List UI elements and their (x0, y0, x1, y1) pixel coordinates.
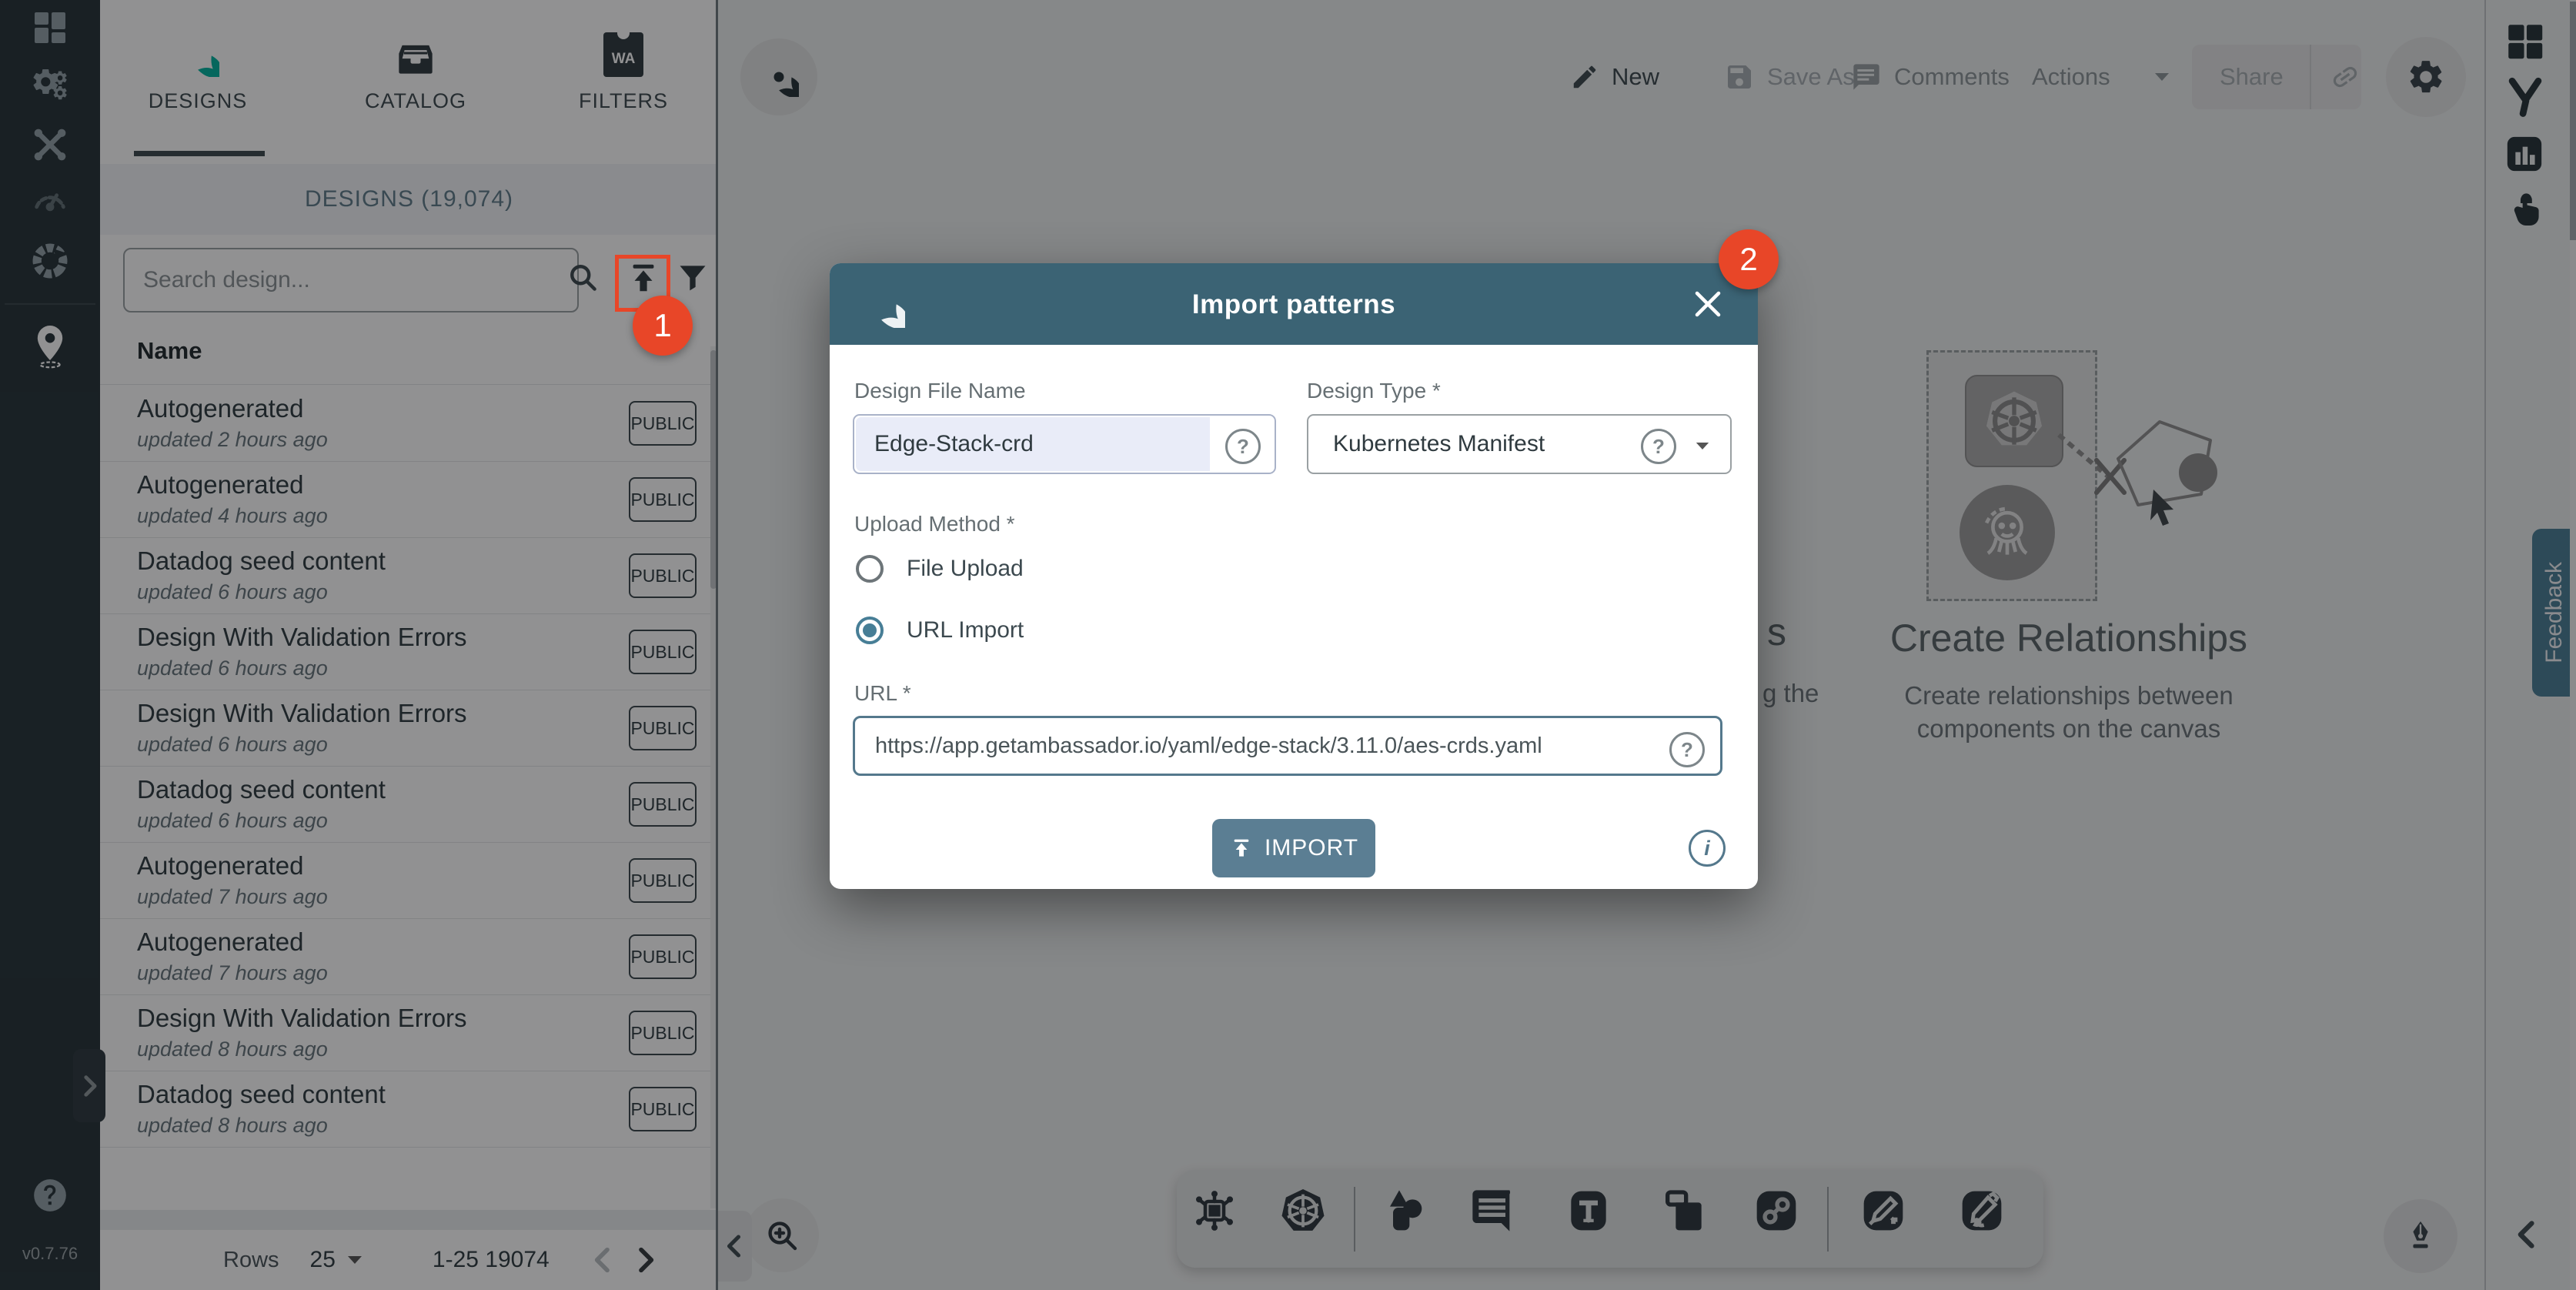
design-type-select[interactable]: Kubernetes Manifest ? (1307, 414, 1732, 474)
close-icon[interactable] (1692, 288, 1724, 320)
radio-unchecked-icon (856, 555, 884, 583)
url-label: URL * (854, 681, 911, 706)
url-field: ? (853, 716, 1722, 776)
info-icon[interactable]: i (1689, 830, 1726, 867)
design-file-name-field: ? (853, 414, 1276, 474)
annotation-step-2: 2 (1719, 229, 1779, 289)
import-button[interactable]: IMPORT (1212, 819, 1375, 877)
url-import-label: URL Import (907, 617, 1024, 643)
file-upload-label: File Upload (907, 556, 1024, 582)
radio-checked-icon (856, 617, 884, 644)
modal-title: Import patterns (830, 289, 1758, 320)
design-file-name-input[interactable] (854, 431, 1225, 457)
file-upload-option[interactable]: File Upload (856, 552, 1024, 586)
help-icon[interactable]: ? (1669, 732, 1705, 767)
import-label: IMPORT (1265, 835, 1358, 861)
annotation-step-1: 1 (633, 296, 693, 356)
help-icon[interactable]: ? (1225, 429, 1261, 464)
kanvas-app: v0.7.76 DESIGNS CATALOG WA FILTERS (0, 0, 2576, 1290)
design-file-name-label: Design File Name (854, 379, 1026, 403)
url-import-option[interactable]: URL Import (856, 613, 1024, 647)
import-patterns-modal: Import patterns Design File Name ? Desig… (830, 263, 1758, 889)
upload-icon (1229, 836, 1254, 861)
design-type-label: Design Type * (1307, 379, 1441, 403)
help-icon[interactable]: ? (1641, 429, 1676, 464)
url-input[interactable] (855, 734, 1680, 759)
upload-method-label: Upload Method * (854, 512, 1015, 536)
design-type-value: Kubernetes Manifest (1308, 431, 1545, 457)
chevron-down-icon (1695, 441, 1710, 451)
